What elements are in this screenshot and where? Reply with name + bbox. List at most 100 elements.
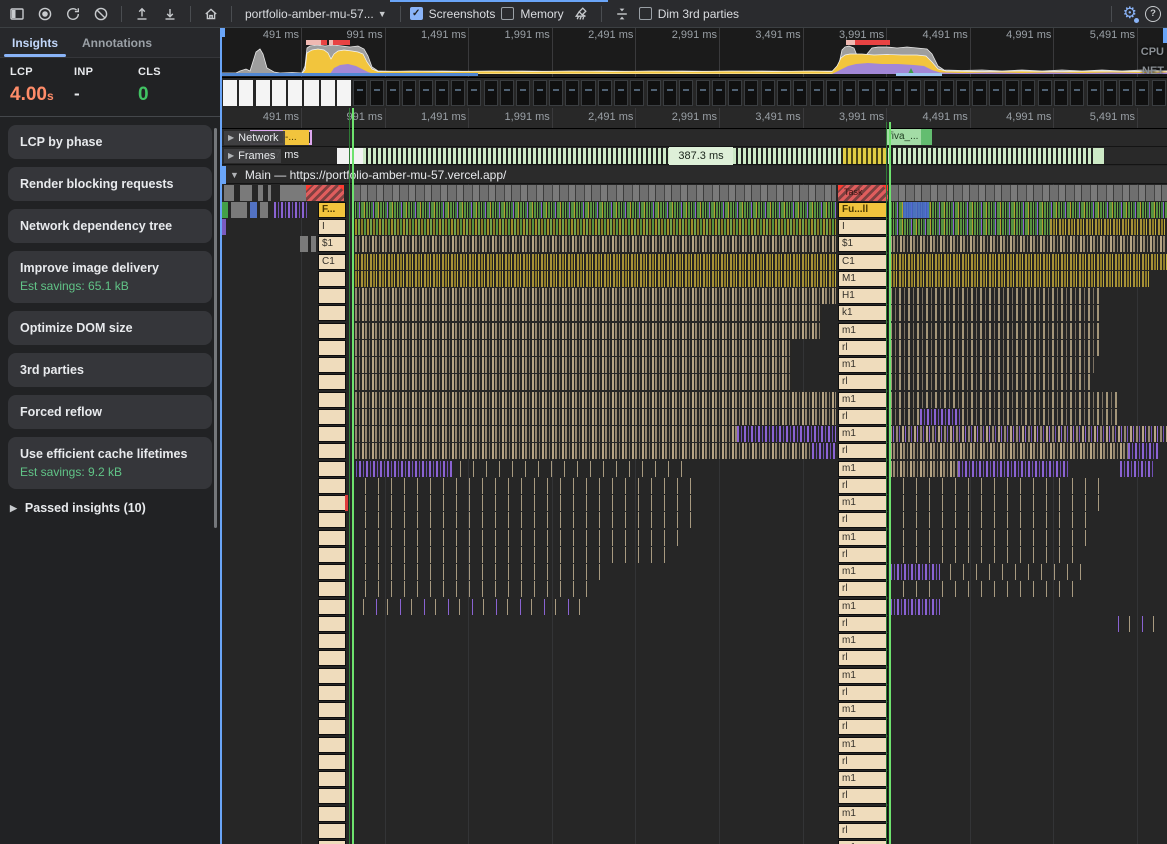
flame-call-frame[interactable]: rl <box>838 478 888 494</box>
flame-segment[interactable] <box>352 254 836 270</box>
download-profile-icon[interactable] <box>159 3 181 25</box>
flame-call-frame[interactable] <box>318 357 346 373</box>
flame-segment[interactable] <box>890 374 1090 390</box>
insight-card[interactable]: 3rd parties <box>8 353 212 387</box>
page-selector[interactable]: portfolio-amber-mu-57... ▼ <box>241 7 391 21</box>
flame-call-frame[interactable]: rl <box>838 719 888 735</box>
timeline-overview[interactable]: 491 ms991 ms1,491 ms1,991 ms2,491 ms2,99… <box>222 28 1167 78</box>
flame-call-frame[interactable]: rl <box>838 547 888 563</box>
flame-call-frame[interactable] <box>318 374 346 390</box>
screenshot-frame[interactable] <box>353 80 367 106</box>
insight-card[interactable]: Network dependency tree <box>8 209 212 243</box>
flame-call-frame[interactable]: m1 <box>838 392 888 408</box>
panel-resize-divider[interactable] <box>220 28 222 844</box>
flame-call-frame[interactable] <box>318 547 346 563</box>
upload-profile-icon[interactable] <box>131 3 153 25</box>
flame-long-task[interactable] <box>306 185 344 201</box>
flame-segment[interactable] <box>890 202 1167 218</box>
flame-call-frame[interactable]: m1 <box>838 461 888 477</box>
screenshot-frame[interactable] <box>858 80 872 106</box>
flame-segment[interactable] <box>345 495 348 511</box>
flame-call-frame[interactable] <box>318 788 346 804</box>
flame-segment[interactable] <box>260 202 268 218</box>
flame-segment[interactable] <box>890 340 1100 356</box>
screenshot-frame[interactable] <box>1070 80 1084 106</box>
flame-call-frame[interactable]: rl <box>838 754 888 770</box>
insight-card[interactable]: Use efficient cache lifetimesEst savings… <box>8 437 212 489</box>
flame-call-frame[interactable] <box>318 495 346 511</box>
flame-segment[interactable] <box>890 547 1080 563</box>
screenshot-frame[interactable] <box>940 80 954 106</box>
overview-handle[interactable] <box>222 28 225 37</box>
flame-segment[interactable] <box>890 599 940 615</box>
screenshot-frame[interactable] <box>744 80 758 106</box>
flame-segment[interactable] <box>352 547 672 563</box>
screenshot-frame[interactable] <box>647 80 661 106</box>
main-thread-track-header[interactable]: ▼ Main — https://portfolio-amber-mu-57.v… <box>222 166 1167 184</box>
flame-segment[interactable] <box>352 564 602 580</box>
screenshot-frame[interactable] <box>972 80 986 106</box>
screenshot-frame[interactable] <box>907 80 921 106</box>
flame-task-bar[interactable] <box>352 185 836 201</box>
flame-call-frame[interactable]: rl <box>838 340 888 356</box>
flame-call-frame[interactable] <box>318 668 346 684</box>
flame-call-frame[interactable]: m1 <box>838 495 888 511</box>
flame-segment[interactable] <box>890 461 958 477</box>
flame-segment[interactable] <box>890 478 1100 494</box>
flame-segment[interactable] <box>890 426 1167 442</box>
flame-segment[interactable] <box>352 443 810 459</box>
flame-segment[interactable] <box>258 185 263 201</box>
home-icon[interactable] <box>200 3 222 25</box>
sidebar-scrollbar[interactable] <box>214 128 217 528</box>
screenshot-frame[interactable] <box>451 80 465 106</box>
flame-call-frame[interactable]: m1 <box>838 806 888 822</box>
flame-call-frame[interactable]: rl <box>838 409 888 425</box>
flame-segment[interactable] <box>352 426 737 442</box>
screenshot-frame[interactable] <box>630 80 644 106</box>
flame-call-frame[interactable] <box>318 719 346 735</box>
flame-segment[interactable] <box>274 202 307 218</box>
flame-call-frame[interactable] <box>318 564 346 580</box>
flame-call-frame[interactable] <box>318 685 346 701</box>
screenshot-frame[interactable] <box>256 80 270 106</box>
flame-segment[interactable] <box>352 219 836 235</box>
flame-segment[interactable] <box>268 185 271 201</box>
screenshot-frame[interactable] <box>500 80 514 106</box>
flame-segment[interactable] <box>300 236 308 252</box>
screenshot-frame[interactable] <box>696 80 710 106</box>
flame-call-frame[interactable] <box>318 754 346 770</box>
passed-insights-toggle[interactable]: ▶ Passed insights (10) <box>0 489 220 527</box>
screenshot-frame[interactable] <box>337 80 351 106</box>
flame-segment[interactable] <box>352 323 822 339</box>
screenshot-frame[interactable] <box>581 80 595 106</box>
flame-segment[interactable] <box>890 392 1120 408</box>
flame-segment[interactable] <box>737 426 836 442</box>
flame-segment[interactable] <box>222 219 226 235</box>
flame-segment[interactable] <box>352 271 836 287</box>
screenshot-frame[interactable] <box>761 80 775 106</box>
flame-segment[interactable] <box>1118 616 1160 632</box>
screenshot-frame[interactable] <box>712 80 726 106</box>
flame-segment[interactable] <box>352 340 792 356</box>
flame-call-frame[interactable] <box>318 271 346 287</box>
flame-call-frame[interactable]: rl <box>838 616 888 632</box>
screenshot-frame[interactable] <box>777 80 791 106</box>
flame-segment[interactable] <box>352 599 592 615</box>
flame-segment[interactable] <box>890 512 1090 528</box>
flame-segment[interactable] <box>890 236 1167 252</box>
flame-segment[interactable] <box>352 357 792 373</box>
screenshot-frame[interactable] <box>370 80 384 106</box>
collect-garbage-icon[interactable] <box>570 3 592 25</box>
flame-call-frame[interactable]: m1 <box>838 702 888 718</box>
flame-call-frame[interactable]: k1 <box>838 305 888 321</box>
flame-call-frame[interactable] <box>318 633 346 649</box>
insight-card[interactable]: LCP by phase <box>8 125 212 159</box>
frames-track-label[interactable]: ▶ Frames <box>224 149 281 163</box>
flame-call-frame[interactable]: C1 <box>318 254 346 270</box>
flame-segment[interactable] <box>890 271 1150 287</box>
screenshot-frame[interactable] <box>549 80 563 106</box>
network-request-bar[interactable]: -... <box>283 130 309 145</box>
partially-presented-frames[interactable] <box>843 148 887 164</box>
cls-metric[interactable]: CLS 0 <box>138 66 202 106</box>
flame-segment[interactable] <box>352 409 836 425</box>
